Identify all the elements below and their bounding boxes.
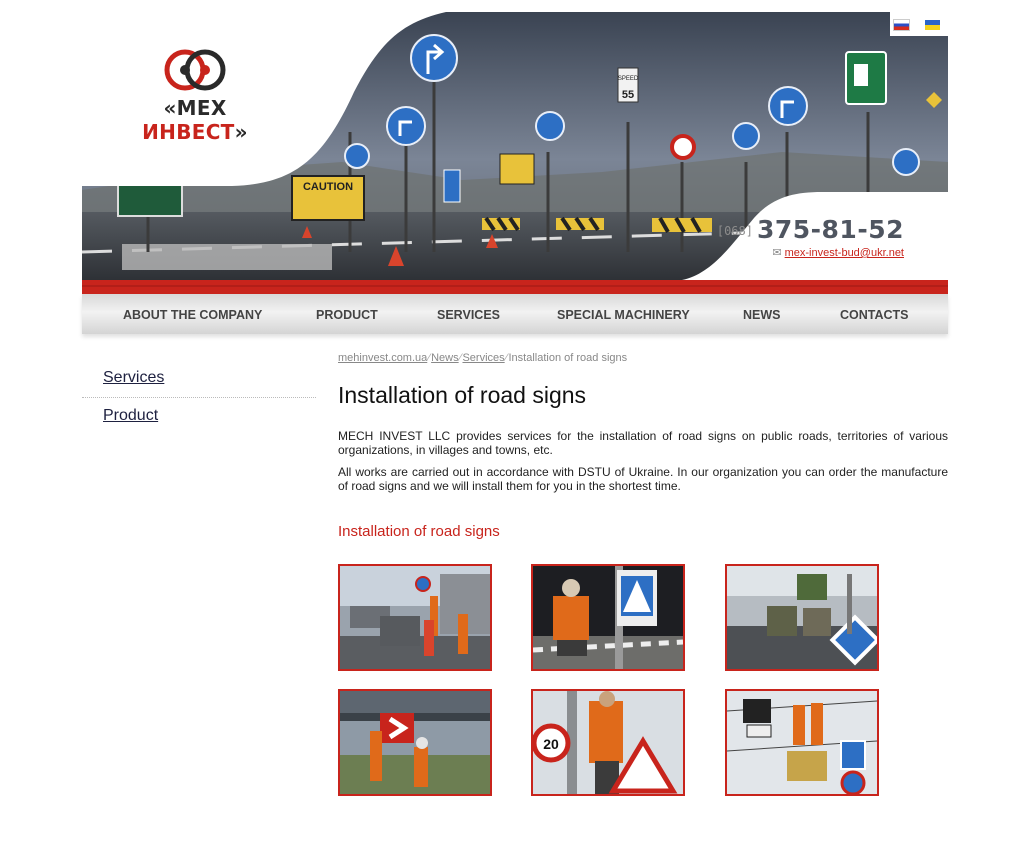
nav-item-special-machinery[interactable]: SPECIAL MACHINERY	[557, 308, 690, 322]
gallery-photo[interactable]: 20	[531, 689, 685, 796]
company-logo[interactable]: «МЕХ ИНВЕСТ»	[110, 46, 280, 144]
email-link[interactable]: ✉ mex-invest-bud@ukr.net	[772, 246, 904, 259]
nav-item-news[interactable]: NEWS	[743, 308, 781, 322]
logo-wordmark: «МЕХ ИНВЕСТ»	[110, 96, 280, 144]
logo-prefix: «МЕХ	[163, 96, 227, 120]
nav-item-product[interactable]: PRODUCT	[316, 308, 378, 322]
gallery-photo[interactable]	[338, 689, 492, 796]
photo-workers-street-image	[340, 566, 490, 669]
header-banner: SPEED 55 CAUTION «МЕХ ИНВЕСТ» [068] 375-…	[82, 12, 948, 280]
svg-text:SPEED: SPEED	[618, 76, 639, 82]
nav-item-about[interactable]: ABOUT THE COMPANY	[123, 308, 262, 322]
envelope-icon: ✉	[772, 247, 782, 259]
language-switcher	[890, 12, 948, 36]
intro-paragraph: MECH INVEST LLC provides services for th…	[338, 429, 948, 457]
breadcrumb: mehinvest.com.ua⁄News⁄Services⁄Installat…	[338, 352, 948, 364]
breadcrumb-home[interactable]: mehinvest.com.ua	[338, 352, 427, 364]
gallery-title: Installation of road signs	[338, 523, 500, 540]
gallery-photo[interactable]	[531, 564, 685, 671]
photo-pedestrian-crossing-sign-image	[533, 566, 683, 669]
sidebar-item-product[interactable]: Product	[82, 398, 316, 435]
logo-icon	[164, 49, 226, 91]
svg-text:20: 20	[543, 736, 559, 752]
details-paragraph: All works are carried out in accordance …	[338, 465, 948, 493]
logo-accent: ИНВЕСТ	[142, 120, 235, 144]
header-red-bar	[82, 280, 948, 294]
phone-code: [068]	[716, 224, 753, 238]
nav-item-contacts[interactable]: CONTACTS	[840, 308, 909, 322]
gallery-photo[interactable]	[338, 564, 492, 671]
gallery-photo[interactable]	[725, 689, 879, 796]
photo-chevron-sign-installation-image	[340, 691, 490, 794]
svg-text:CAUTION: CAUTION	[303, 181, 353, 193]
photo-roadside-workers-image	[727, 566, 877, 669]
sidebar-menu: Services Product	[82, 360, 316, 435]
gallery-photo[interactable]	[725, 564, 879, 671]
russian-flag-icon[interactable]	[894, 20, 909, 30]
photo-speed-limit-sign-image: 20	[533, 691, 683, 794]
photo-gallery: 20	[338, 564, 948, 804]
ukrainian-flag-icon[interactable]	[925, 20, 940, 30]
phone-block: [068] 375-81-52	[717, 215, 904, 244]
main-content: mehinvest.com.ua⁄News⁄Services⁄Installat…	[338, 352, 948, 804]
breadcrumb-services[interactable]: Services	[462, 352, 504, 364]
logo-suffix: »	[234, 120, 248, 144]
sidebar-item-services[interactable]: Services	[82, 360, 316, 398]
breadcrumb-news[interactable]: News	[431, 352, 459, 364]
breadcrumb-current: Installation of road signs	[508, 352, 628, 364]
nav-item-services[interactable]: SERVICES	[437, 308, 500, 322]
breadcrumb-separator: ⁄	[505, 352, 508, 364]
photo-traffic-light-workers-image	[727, 691, 877, 794]
svg-text:55: 55	[622, 89, 634, 101]
email-text[interactable]: mex-invest-bud@ukr.net	[785, 247, 904, 259]
page-title: Installation of road signs	[338, 382, 587, 408]
breadcrumb-separator: ⁄	[428, 352, 431, 364]
phone-number: 375-81-52	[756, 215, 904, 244]
